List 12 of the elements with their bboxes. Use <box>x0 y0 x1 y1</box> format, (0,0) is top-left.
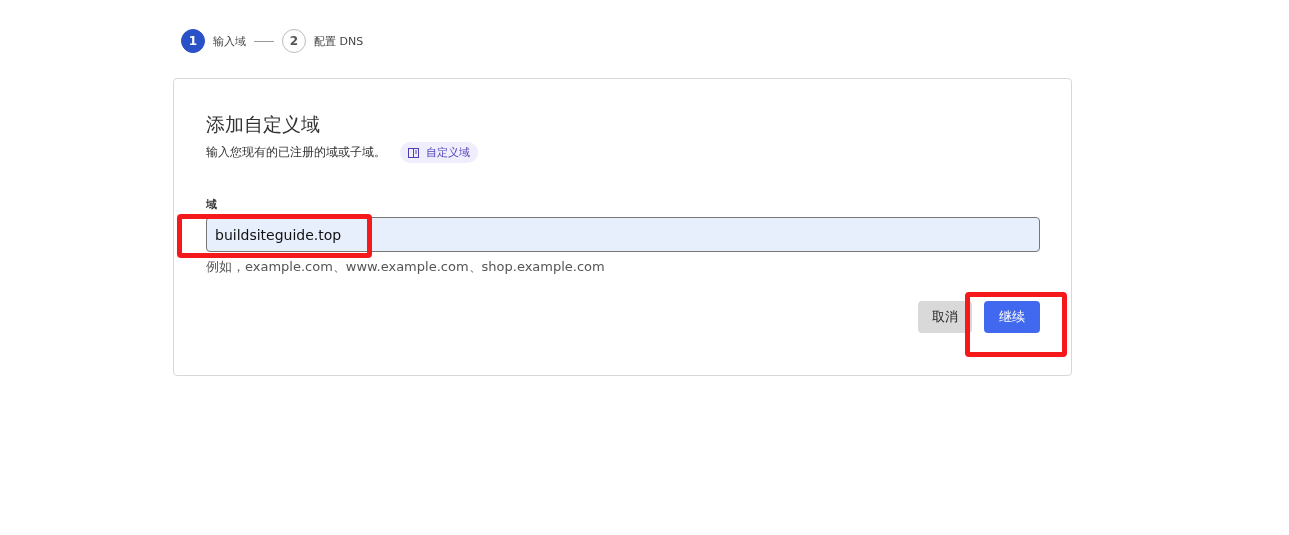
cancel-button[interactable]: 取消 <box>918 301 972 333</box>
book-icon <box>408 147 419 158</box>
step-number: 1 <box>181 29 205 53</box>
step-label: 配置 DNS <box>314 33 364 49</box>
card-subtitle: 输入您现有的已注册的域或子域。 <box>206 144 386 161</box>
domain-input[interactable]: buildsiteguide.top <box>206 217 1040 252</box>
field-label: 域 <box>206 197 218 212</box>
step-label: 输入域 <box>213 33 246 49</box>
card-title: 添加自定义域 <box>206 112 321 137</box>
field-hint: 例如，example.com、www.example.com、shop.example.com <box>206 258 606 276</box>
docs-link[interactable]: 自定义域 <box>400 142 478 163</box>
continue-button[interactable]: 继续 <box>984 301 1040 333</box>
